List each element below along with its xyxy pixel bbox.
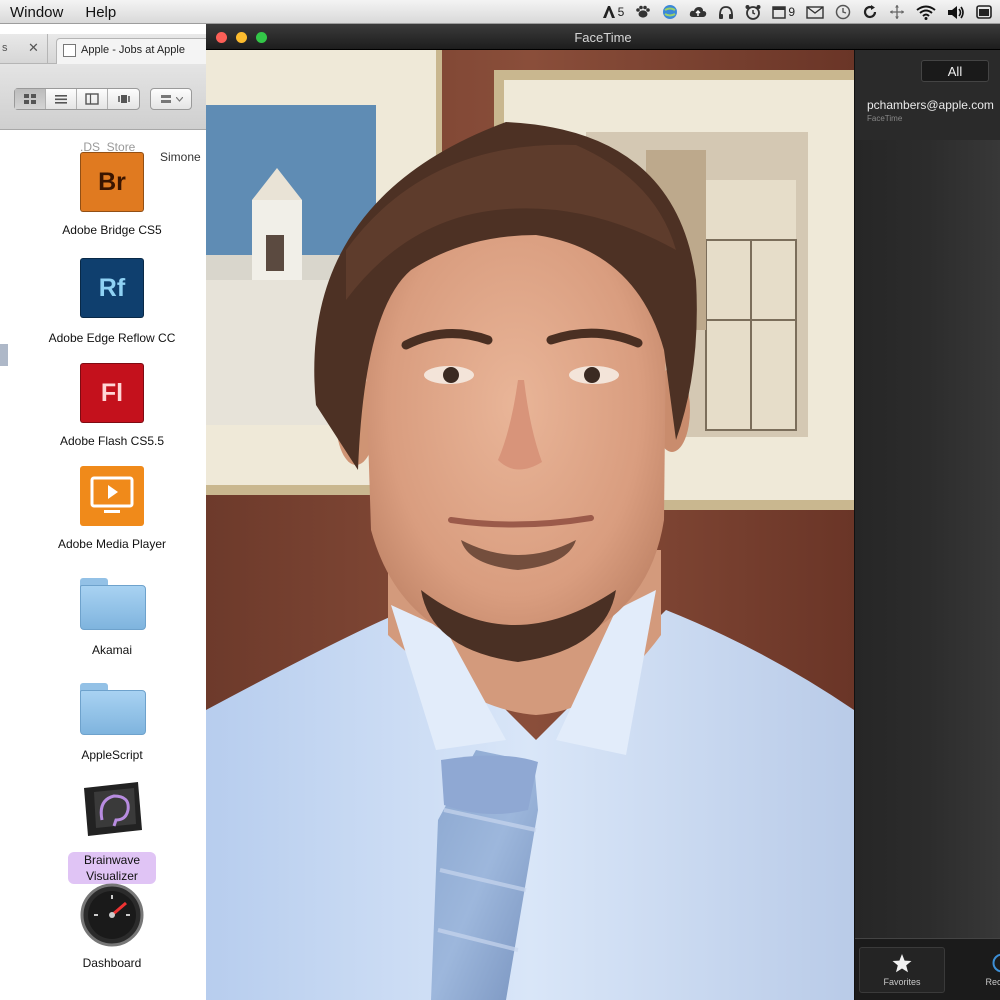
filter-all-button[interactable]: All [921,60,989,82]
favorites-label: Favorites [883,976,921,987]
adobe-fl-app-icon: Fl [80,363,144,423]
alarm-clock-icon[interactable] [745,3,761,21]
file-item-akamai[interactable]: Akamai [42,572,182,682]
media-player-icon [80,466,144,526]
app-icon-monogram: Br [80,152,144,212]
paw-icon[interactable] [635,3,651,21]
app-icon-monogram: Rf [80,258,144,318]
file-item-label: Adobe Bridge CS5 [62,223,162,237]
icon-grid-icon [24,94,36,104]
cloud-upload-icon[interactable] [689,3,707,21]
recents-label: Recents [985,977,1000,987]
finder-toolbar [0,64,210,130]
file-item-label: Dashboard [82,956,142,970]
contact-row[interactable]: pchambers@apple.com FaceTime [867,98,1000,134]
contact-subtitle: FaceTime [867,114,903,123]
file-item-label: Brainwave Visualizer [68,852,156,884]
mail-icon[interactable] [806,3,824,21]
headphones-icon[interactable] [718,3,734,21]
brainwave-app-icon [80,780,144,840]
favorites-button[interactable]: Favorites [859,947,945,993]
file-item-label: AppleScript [81,748,143,762]
column-view-button[interactable] [77,89,108,109]
coverflow-icon [117,95,130,103]
page-icon [63,44,76,57]
file-item-adobe-bridge-cs5[interactable]: Br Adobe Bridge CS5 [42,152,182,262]
facetime-sidebar: All pchambers@apple.com FaceTime Favorit… [854,50,1000,1000]
list-view-button[interactable] [46,89,77,109]
star-icon [892,953,912,972]
finder-window: s ✕ Apple - Jobs at Apple .DS_Store Simo… [0,24,210,1000]
video-frame-image [206,50,854,1000]
list-icon [55,95,67,104]
coverflow-view-button[interactable] [108,89,139,109]
view-mode-selector [14,88,140,110]
columns-icon [85,93,99,105]
menu-window[interactable]: Window [10,4,63,21]
menu-bar: Window Help 59 [0,0,1000,24]
folder-icon [80,677,146,737]
adobe-icon[interactable]: 5 [602,3,625,21]
file-item-adobe-media-player[interactable]: Adobe Media Player [42,466,182,576]
adobe-badge: 5 [617,5,625,19]
finder-tab-active[interactable]: Apple - Jobs at Apple [56,38,210,64]
file-item-label: Adobe Flash CS5.5 [59,434,165,448]
calendar-badge: 9 [788,5,795,19]
file-item-label: Akamai [91,643,132,657]
finder-file-grid: .DS_Store Simone Br Adobe Bridge CS5 Rf Ado… [0,130,210,1000]
camera-preview [206,50,854,1000]
dashboard-gauge-icon [80,883,144,947]
finder-tab-bar: s ✕ Apple - Jobs at Apple [0,34,210,64]
tab-title-truncated: s [2,42,8,54]
tab-title: Apple - Jobs at Apple [81,44,185,56]
sync-icon[interactable] [862,3,878,21]
file-item-label: Adobe Media Player [57,537,167,551]
icon-view-button[interactable] [15,89,46,109]
adobe-br-app-icon: Br [80,152,144,212]
file-item-adobe-edge-reflow-cc[interactable]: Rf Adobe Edge Reflow CC [42,258,182,368]
file-item-dashboard[interactable]: Dashboard [42,883,182,993]
app-icon-monogram: Fl [80,363,144,423]
status-tray: 59 [602,0,992,24]
menu-list: Window Help [10,0,116,24]
globe-icon[interactable] [662,3,678,21]
window-title: FaceTime [574,30,632,45]
calendar-icon[interactable]: 9 [772,3,795,21]
file-item-adobe-flash-cs5-5[interactable]: Fl Adobe Flash CS5.5 [42,363,182,473]
folder-icon [80,572,146,632]
volume-icon[interactable] [947,3,965,21]
recents-button[interactable]: Recents [959,947,1000,993]
file-item-applescript[interactable]: AppleScript [42,677,182,787]
move-icon[interactable] [889,3,905,21]
clock-icon [992,953,1000,973]
sidebar-bottom-bar: Favorites Recents [855,938,1000,1000]
contact-list [855,140,1000,940]
close-tab-icon[interactable]: ✕ [28,40,39,56]
facetime-title-bar: FaceTime [206,24,1000,50]
finder-tab-previous[interactable]: s ✕ [0,34,48,64]
chevron-down-icon [175,96,183,102]
desktop: WindowHelp 59 s ✕ Apple - Jobs at Apple [0,0,1000,1000]
file-item-brainwave-visualizer[interactable]: Brainwave Visualizer [42,780,182,890]
window-icon[interactable] [976,3,992,21]
menu-help[interactable]: Help [85,4,116,21]
time-machine-icon[interactable] [835,3,851,21]
wifi-icon[interactable] [916,3,936,21]
adobe-rf-app-icon: Rf [80,258,144,318]
file-item-label: Adobe Edge Reflow CC [48,331,176,345]
arrange-button[interactable] [150,88,192,110]
contact-email: pchambers@apple.com [867,98,994,112]
arrange-icon [160,95,171,103]
